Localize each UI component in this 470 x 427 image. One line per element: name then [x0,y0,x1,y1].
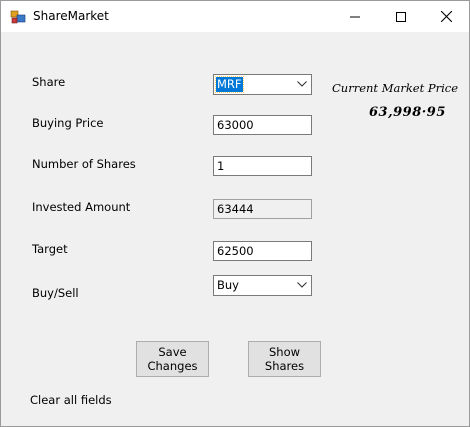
buy-sell-dropdown[interactable]: Buy [213,275,312,296]
maximize-icon [396,11,406,22]
number-of-shares-label: Number of Shares [32,157,136,171]
sharemarket-window: ShareMarket Share Buying Price Number of… [0,0,470,427]
save-changes-line1: Save [158,345,187,359]
chevron-down-icon [297,81,307,87]
chevron-down-icon [297,282,307,288]
current-market-price-value: 63,998·95 [369,105,446,120]
save-changes-line2: Changes [147,359,198,373]
maximize-button[interactable] [378,1,424,32]
buy-sell-selected-value: Buy [217,278,239,292]
current-market-price-label: Current Market Price [332,81,459,95]
title-bar[interactable]: ShareMarket [1,1,469,32]
clear-all-fields-link[interactable]: Clear all fields [30,393,112,407]
show-shares-line1: Show [268,345,301,359]
invested-amount-label: Invested Amount [32,200,131,214]
buy-sell-label: Buy/Sell [32,286,79,300]
share-dropdown[interactable]: MRF [213,74,312,95]
share-selected-value: MRF [215,76,244,93]
close-button[interactable] [423,1,469,32]
minimize-icon [350,16,360,17]
app-icon [10,10,26,24]
minimize-button[interactable] [332,1,378,32]
save-changes-button[interactable]: Save Changes [136,341,209,377]
show-shares-line2: Shares [264,359,305,373]
close-icon [440,11,452,22]
buying-price-label: Buying Price [32,116,104,130]
invested-amount-field: 63444 [213,199,312,219]
share-label: Share [32,75,66,89]
buying-price-input[interactable]: 63000 [213,115,312,135]
show-shares-button[interactable]: Show Shares [248,341,321,377]
target-input[interactable]: 62500 [213,241,312,261]
number-of-shares-input[interactable]: 1 [213,156,312,176]
window-title: ShareMarket [33,9,109,23]
target-label: Target [32,242,68,256]
